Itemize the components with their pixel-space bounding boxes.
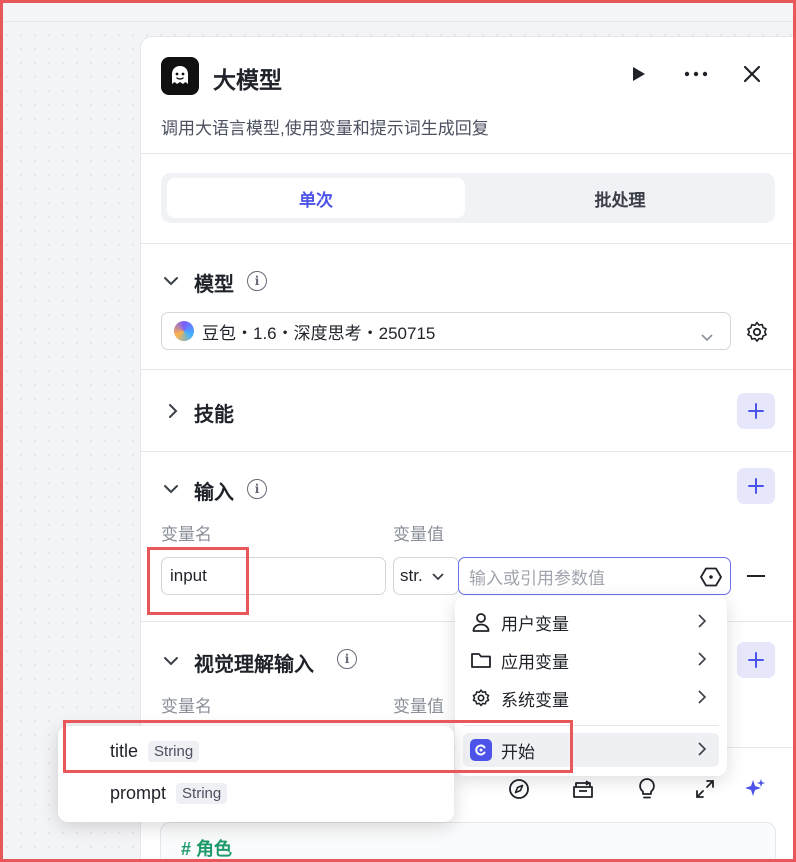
selected-model-label: 豆包・1.6・深度思考・250715 bbox=[202, 323, 436, 343]
expand-icon[interactable] bbox=[692, 776, 718, 802]
variable-type-label: str. bbox=[400, 566, 423, 585]
tab-batch[interactable]: 批处理 bbox=[471, 178, 769, 218]
chevron-down-icon bbox=[432, 572, 444, 580]
tab-single[interactable]: 单次 bbox=[167, 178, 465, 218]
start-node-variables-menu: title String prompt String bbox=[58, 726, 454, 822]
info-icon[interactable]: i bbox=[247, 271, 267, 291]
start-var-prompt[interactable]: prompt String bbox=[110, 783, 228, 804]
column-header-var-value: 变量值 bbox=[393, 697, 444, 716]
more-icon[interactable] bbox=[683, 61, 709, 87]
variable-value-placeholder: 输入或引用参数值 bbox=[469, 568, 605, 588]
variable-type-select[interactable]: str. bbox=[393, 557, 459, 595]
column-header-var-value: 变量值 bbox=[393, 525, 444, 544]
llm-node-logo bbox=[161, 57, 199, 95]
chevron-down-icon[interactable] bbox=[161, 651, 181, 671]
add-visual-input-button[interactable] bbox=[737, 642, 775, 678]
menu-item-start-node[interactable]: 开始 bbox=[463, 733, 719, 767]
info-icon[interactable]: i bbox=[337, 649, 357, 669]
chevron-right-icon bbox=[697, 613, 707, 634]
plus-icon bbox=[748, 652, 764, 668]
user-icon bbox=[469, 612, 493, 632]
column-header-var-name: 变量名 bbox=[161, 525, 212, 544]
plus-icon bbox=[748, 478, 764, 494]
menu-item-app-variables[interactable]: 应用变量 bbox=[463, 643, 719, 677]
divider bbox=[141, 451, 796, 452]
folder-icon bbox=[469, 651, 493, 669]
chevron-right-icon[interactable] bbox=[163, 401, 183, 421]
remove-input-button[interactable] bbox=[747, 575, 765, 577]
compass-icon[interactable] bbox=[506, 776, 532, 802]
sparkle-icon[interactable] bbox=[742, 776, 768, 802]
canvas-top-bar bbox=[0, 0, 796, 22]
divider bbox=[141, 369, 796, 370]
type-badge: String bbox=[148, 741, 200, 762]
chevron-right-icon bbox=[697, 741, 707, 762]
chevron-down-icon bbox=[700, 327, 714, 347]
start-node-icon bbox=[469, 739, 493, 761]
library-icon[interactable] bbox=[570, 776, 596, 802]
model-section-title: 模型 bbox=[194, 274, 234, 296]
bulb-icon[interactable] bbox=[634, 776, 660, 802]
run-mode-tabs: 单次 批处理 bbox=[161, 173, 775, 223]
menu-divider bbox=[463, 725, 719, 726]
gear-icon bbox=[469, 688, 493, 708]
reference-variable-icon[interactable] bbox=[700, 566, 722, 593]
ghost-icon bbox=[172, 66, 188, 84]
divider bbox=[141, 153, 796, 154]
add-input-button[interactable] bbox=[737, 468, 775, 504]
node-title[interactable]: 大模型 bbox=[213, 61, 282, 95]
column-header-var-name: 变量名 bbox=[161, 697, 212, 716]
divider bbox=[141, 243, 796, 244]
input-section-title: 输入 bbox=[194, 482, 234, 504]
chevron-down-icon[interactable] bbox=[161, 479, 181, 499]
info-icon[interactable]: i bbox=[247, 479, 267, 499]
prompt-editor[interactable]: # 角色 bbox=[160, 822, 776, 862]
variable-value-input[interactable]: 输入或引用参数值 bbox=[458, 557, 731, 595]
menu-item-system-variables[interactable]: 系统变量 bbox=[463, 681, 719, 715]
doubao-logo-icon bbox=[174, 321, 194, 341]
type-badge: String bbox=[176, 783, 228, 804]
skills-section-title: 技能 bbox=[194, 404, 234, 426]
chevron-down-icon[interactable] bbox=[161, 271, 181, 291]
chevron-right-icon bbox=[697, 651, 707, 672]
menu-item-user-variables[interactable]: 用户变量 bbox=[463, 605, 719, 639]
model-select[interactable]: 豆包・1.6・深度思考・250715 bbox=[161, 312, 731, 350]
chevron-right-icon bbox=[697, 689, 707, 710]
add-skill-button[interactable] bbox=[737, 393, 775, 429]
visual-input-section-title: 视觉理解输入 bbox=[194, 654, 314, 676]
start-var-title[interactable]: title String bbox=[110, 741, 200, 762]
node-description: 调用大语言模型,使用变量和提示词生成回复 bbox=[161, 119, 489, 138]
prompt-first-line: # 角色 bbox=[181, 839, 233, 859]
play-icon[interactable] bbox=[625, 61, 651, 87]
close-icon[interactable] bbox=[739, 61, 765, 87]
plus-icon bbox=[748, 403, 764, 419]
reference-variable-menu: 用户变量 应用变量 系统变量 开始 bbox=[455, 596, 727, 776]
variable-name-input[interactable]: input bbox=[161, 557, 386, 595]
model-settings-gear-icon[interactable] bbox=[745, 320, 769, 344]
